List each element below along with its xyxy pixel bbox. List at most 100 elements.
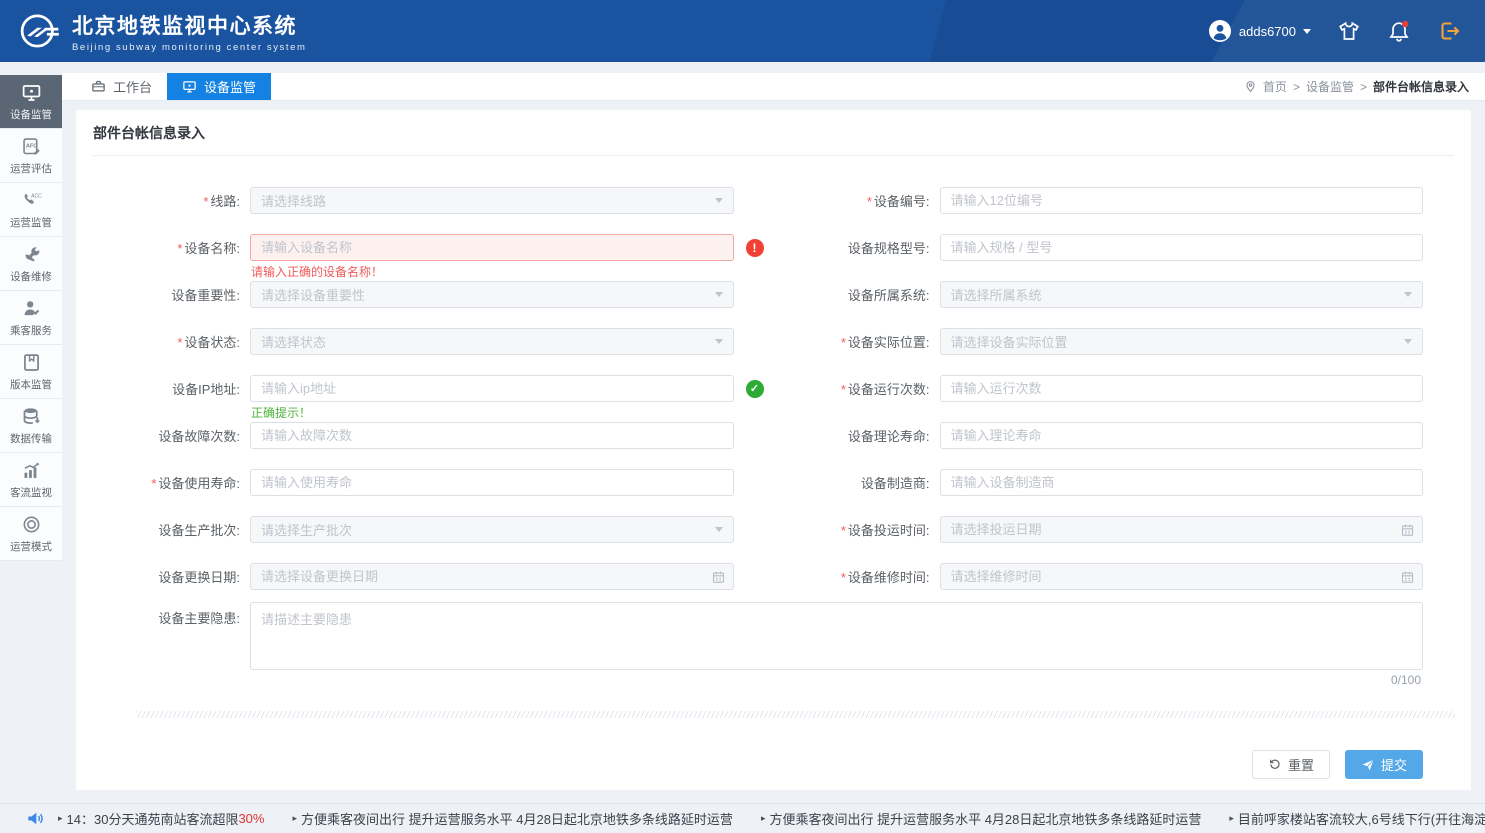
sidebar-item-operation-monitor[interactable]: ACC 运营监管 [0,183,62,237]
bullet-triangle-icon: ▸ [761,813,766,824]
chevron-down-icon [715,527,723,532]
device-status-select[interactable]: 请选择状态 [250,328,734,355]
device-location-select[interactable]: 请选择设备实际位置 [940,328,1424,355]
target-circles-icon [21,514,42,535]
chevron-down-icon [1404,292,1412,297]
form-row: *设备投运时间: [814,506,1424,553]
wrench-icon [21,244,42,265]
form-row: 设备生产批次: 请选择生产批次 [124,506,734,553]
form-row: 设备规格型号: [814,224,1424,271]
run-count-input[interactable] [940,375,1424,402]
form-row: *设备运行次数: [814,365,1424,412]
subway-logo-icon [18,9,62,53]
sidebar-item-operation-mode[interactable]: 运营模式 [0,507,62,561]
form-row: 设备IP地址: ✓ 正确提示！ [124,365,734,412]
breadcrumb-section[interactable]: 设备监管 [1306,78,1354,95]
logout-button[interactable] [1437,19,1461,43]
form-row: 设备制造商: [814,459,1424,506]
monitor-icon [182,79,197,94]
reset-button[interactable]: 重置 [1252,750,1330,779]
section-divider [136,711,1455,718]
ticker-highlight: 30% [238,811,264,826]
chevron-down-icon [1303,29,1311,34]
bullet-triangle-icon: ▸ [292,813,297,824]
form-row: 设备重要性: 请选择设备重要性 [124,271,734,318]
production-batch-select[interactable]: 请选择生产批次 [250,516,734,543]
device-model-input[interactable] [940,234,1424,261]
sidebar-item-version-monitor[interactable]: 版本监管 [0,345,62,399]
paper-plane-icon [1361,758,1375,772]
device-system-select[interactable]: 请选择所属系统 [940,281,1424,308]
submit-button[interactable]: 提交 [1345,750,1423,779]
tab-workbench[interactable]: 工作台 [76,73,167,100]
ticker-item: ▸方便乘客夜间出行 提升运营服务水平 4月28日起北京地铁多条线路延时运营 [292,809,732,828]
breadcrumb: 首页 > 设备监管 > 部件台帐信息录入 [1244,73,1469,100]
brand: 北京地铁监视中心系统 Beijing subway monitoring cen… [18,9,307,53]
device-no-input[interactable] [940,187,1424,214]
tab-device-monitor[interactable]: 设备监管 [167,73,271,100]
success-icon: ✓ [746,380,764,398]
ticker-item: ▸目前呼家楼站客流较大,6号线下行(开往海淀五路居方向)在呼家楼站采取部分在呼家… [1229,809,1485,828]
sidebar-item-device-monitor[interactable]: 设备监管 [0,75,62,129]
chevron-down-icon [715,339,723,344]
refresh-icon [1268,758,1282,772]
tab-bar: 工作台 设备监管 首页 > 设备监管 > 部件台帐信息录入 [62,73,1485,101]
afc-document-icon: AFC [21,136,42,157]
breadcrumb-current: 部件台帐信息录入 [1373,78,1469,95]
avatar-icon [1208,19,1232,43]
sidebar: 设备监管 AFC 运营评估 ACC 运营监管 设备维修 乘客服务 版本监管 [0,62,62,803]
bullet-triangle-icon: ▸ [1229,813,1234,824]
notifications-bell-icon[interactable] [1387,19,1411,43]
hazard-textarea[interactable] [250,602,1423,670]
sidebar-item-passenger-service[interactable]: 乘客服务 [0,291,62,345]
sidebar-item-passenger-flow[interactable]: 客流监视 [0,453,62,507]
form-row: *设备维修时间: [814,553,1424,600]
sidebar-item-operation-eval[interactable]: AFC 运营评估 [0,129,62,183]
bookmark-icon [21,352,42,373]
device-fault-count-input[interactable] [250,422,734,449]
sidebar-item-data-transfer[interactable]: 数据传输 [0,399,62,453]
form-row: *设备编号: [814,177,1424,224]
maintenance-date-input[interactable] [940,563,1424,590]
form-row: *设备实际位置: 请选择设备实际位置 [814,318,1424,365]
briefcase-icon [91,79,106,94]
person-icon [21,298,42,319]
line-select[interactable]: 请选择线路 [250,187,734,214]
ticker-item: ▸14：30分天通苑南站客流超限30% [58,809,264,828]
sidebar-item-device-repair[interactable]: 设备维修 [0,237,62,291]
ticker-item: ▸方便乘客夜间出行 提升运营服务水平 4月28日起北京地铁多条线路延时运营 [761,809,1201,828]
database-icon [21,406,42,427]
device-name-input[interactable] [250,234,734,261]
form-row: *设备使用寿命: [124,459,734,506]
device-importance-select[interactable]: 请选择设备重要性 [250,281,734,308]
news-ticker: ▸14：30分天通苑南站客流超限30% ▸方便乘客夜间出行 提升运营服务水平 4… [0,803,1485,833]
svg-text:ACC: ACC [31,193,42,199]
theoretical-life-input[interactable] [940,422,1424,449]
app-header: 北京地铁监视中心系统 Beijing subway monitoring cen… [0,0,1485,62]
form-card: 部件台帐信息录入 *线路: 请选择线路 [76,110,1471,790]
device-service-life-input[interactable] [250,469,734,496]
form-row: *设备名称: ! 请输入正确的设备名称！ [124,224,734,271]
device-ip-input[interactable] [250,375,734,402]
chevron-down-icon [715,198,723,203]
form-row: 设备更换日期: [124,553,734,600]
form-row: *线路: 请选择线路 [124,177,734,224]
char-counter: 0/100 [76,670,1471,687]
user-menu[interactable]: adds6700 [1208,19,1311,43]
manufacturer-input[interactable] [940,469,1424,496]
replace-date-input[interactable] [250,563,734,590]
form-row: 设备主要隐患: [76,600,1471,670]
location-pin-icon [1244,80,1257,93]
app-subtitle: Beijing subway monitoring center system [72,42,307,53]
form-row: *设备状态: 请选择状态 [124,318,734,365]
error-icon: ! [746,239,764,257]
form-row: 设备故障次数: [124,412,734,459]
bar-chart-icon [21,460,42,481]
commission-date-input[interactable] [940,516,1424,543]
form-row: 设备所属系统: 请选择所属系统 [814,271,1424,318]
chevron-down-icon [1404,339,1412,344]
speaker-icon [26,809,45,828]
theme-skin-button[interactable] [1337,19,1361,43]
form-row: 设备理论寿命: [814,412,1424,459]
breadcrumb-home[interactable]: 首页 [1263,78,1287,95]
